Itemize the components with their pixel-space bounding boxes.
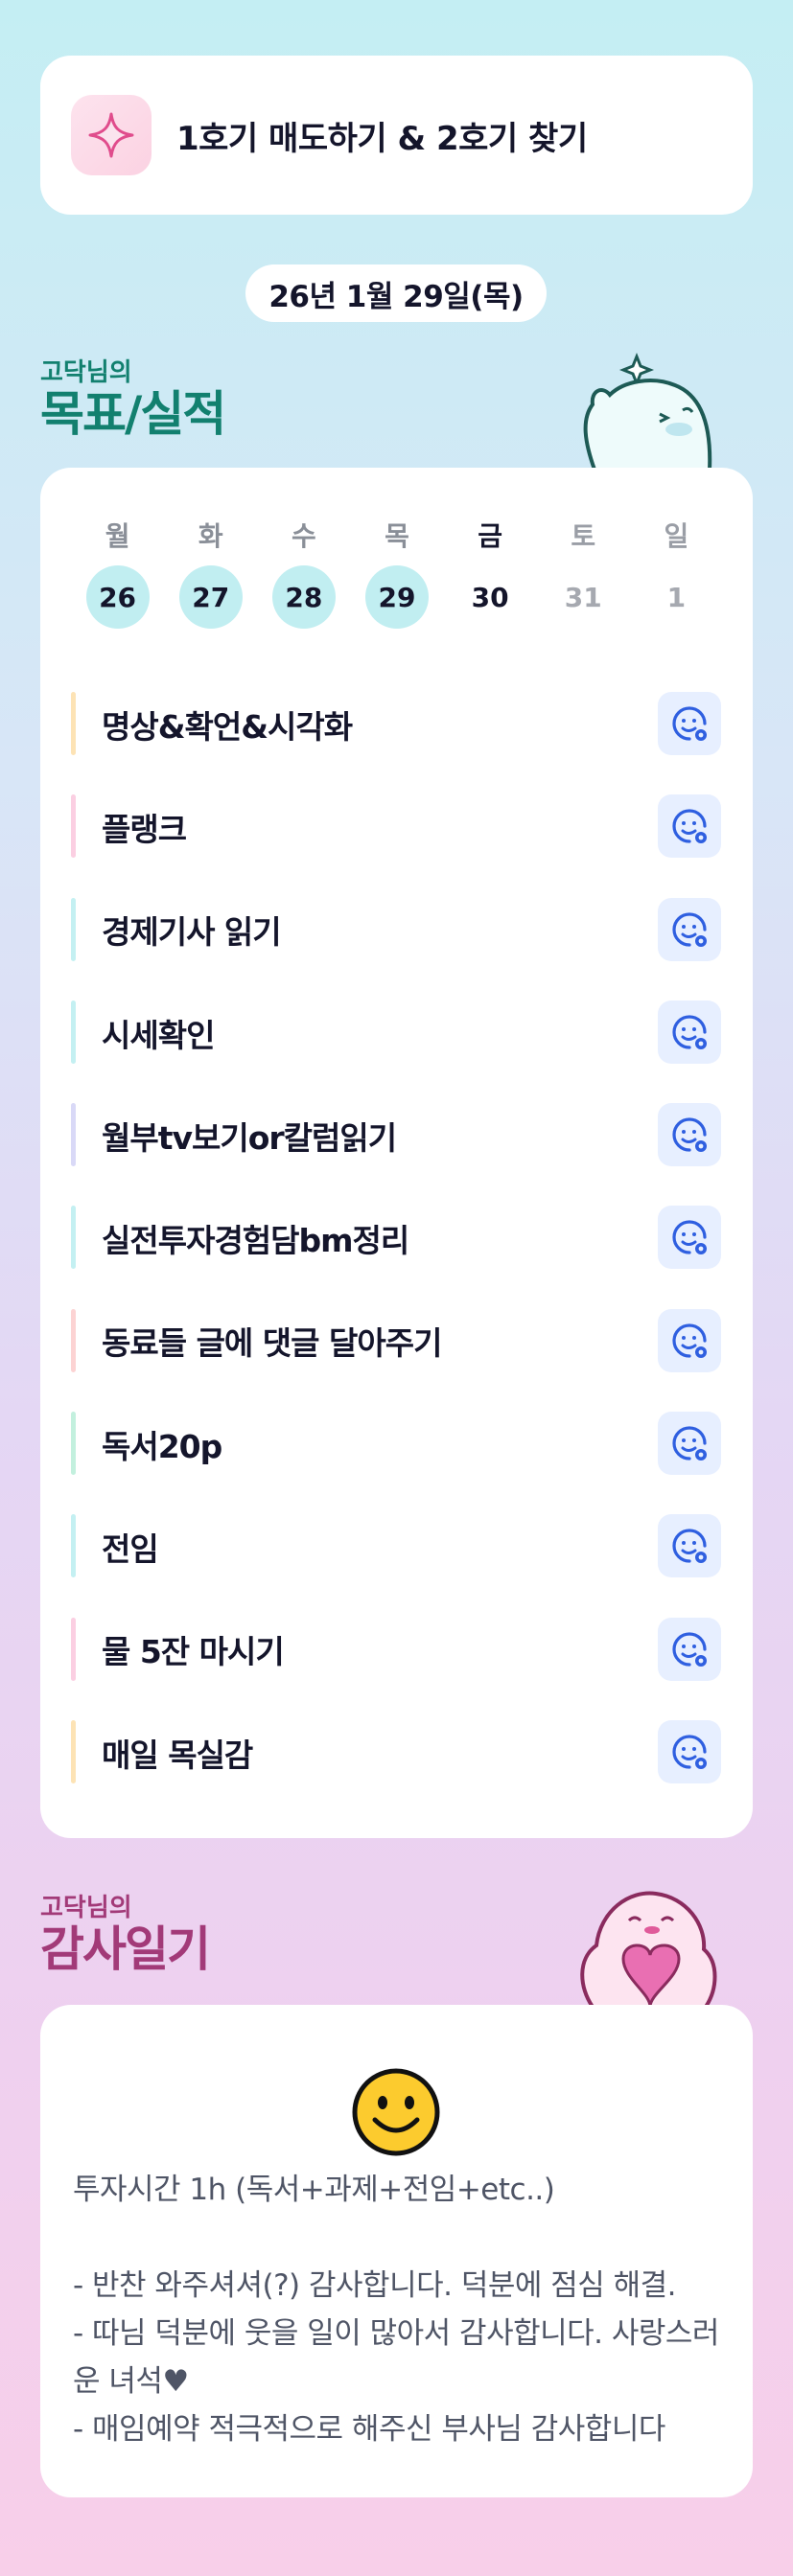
task-label: 플랭크 bbox=[102, 810, 187, 848]
task-row[interactable]: 경제기사 읽기 bbox=[71, 879, 723, 981]
task-label: 동료들 글에 댓글 달아주기 bbox=[102, 1324, 442, 1363]
calendar-day-thu[interactable]: 목 29 bbox=[350, 516, 443, 629]
smile-check-icon[interactable] bbox=[658, 1206, 721, 1270]
day-number: 28 bbox=[271, 565, 336, 629]
task-label: 매일 목실감 bbox=[102, 1736, 253, 1774]
smile-check-icon[interactable] bbox=[658, 794, 721, 859]
task-label: 명상&확언&시각화 bbox=[102, 707, 353, 746]
task-color-bar bbox=[71, 692, 76, 755]
task-row[interactable]: 플랭크 bbox=[71, 775, 723, 878]
weekday-label: 화 bbox=[198, 520, 223, 552]
task-color-bar bbox=[71, 1206, 76, 1270]
smile-check-icon[interactable] bbox=[658, 1308, 721, 1372]
date-label[interactable]: 26년 1월 29일(목) bbox=[245, 264, 547, 322]
smile-check-icon[interactable] bbox=[658, 692, 721, 755]
thanks-section-title: 고닥님의 감사일기 bbox=[40, 1894, 211, 1977]
day-number: 29 bbox=[364, 565, 429, 629]
day-number: 27 bbox=[178, 565, 243, 629]
smile-check-icon[interactable] bbox=[658, 1719, 721, 1783]
task-label: 경제기사 읽기 bbox=[102, 913, 282, 952]
smile-check-icon[interactable] bbox=[658, 1617, 721, 1681]
day-number: 31 bbox=[564, 581, 602, 613]
thanks-card[interactable]: 투자시간 1h (독서+과제+전임+etc..) - 반찬 와주셔셔(?) 감사… bbox=[40, 2005, 753, 2497]
task-label: 실전투자경험담bm정리 bbox=[102, 1222, 409, 1260]
calendar-day-tue[interactable]: 화 27 bbox=[164, 516, 257, 629]
weekday-label: 토 bbox=[571, 520, 596, 552]
sparkle-icon bbox=[71, 95, 152, 175]
task-label: 시세확인 bbox=[102, 1016, 215, 1054]
goal-card[interactable]: 1호기 매도하기 & 2호기 찾기 bbox=[40, 56, 753, 215]
day-number: 1 bbox=[666, 581, 687, 613]
task-label: 월부tv보기or칼럼읽기 bbox=[102, 1118, 397, 1157]
task-row[interactable]: 명상&확언&시각화 bbox=[71, 673, 723, 775]
goals-section-owner: 고닥님의 bbox=[40, 358, 132, 387]
day-number: 26 bbox=[85, 565, 150, 629]
task-color-bar bbox=[71, 1617, 76, 1681]
task-row[interactable]: 실전투자경험담bm정리 bbox=[71, 1186, 723, 1289]
calendar-day-mon[interactable]: 월 26 bbox=[71, 516, 164, 629]
calendar-day-fri[interactable]: 금 30 bbox=[444, 516, 537, 629]
task-row[interactable]: 매일 목실감 bbox=[71, 1701, 723, 1804]
task-list: 명상&확언&시각화플랭크경제기사 읽기시세확인월부tv보기or칼럼읽기실전투자경… bbox=[71, 673, 723, 1804]
smile-check-icon[interactable] bbox=[658, 1103, 721, 1167]
weekday-label: 수 bbox=[291, 520, 316, 552]
day-number: 30 bbox=[471, 581, 509, 613]
teal-mascot-illustration bbox=[583, 352, 712, 470]
calendar-day-sat[interactable]: 토 31 bbox=[537, 516, 630, 629]
calendar-day-wed[interactable]: 수 28 bbox=[257, 516, 350, 629]
smile-check-icon[interactable] bbox=[658, 1412, 721, 1476]
smile-check-icon[interactable] bbox=[658, 1000, 721, 1064]
goals-card: 월 26 화 27 수 28 목 29 금 30 토 31 일 1 명상&확언&… bbox=[40, 468, 753, 1838]
smile-check-icon[interactable] bbox=[658, 897, 721, 961]
task-color-bar bbox=[71, 1308, 76, 1372]
task-color-bar bbox=[71, 1514, 76, 1578]
task-color-bar bbox=[71, 1103, 76, 1167]
task-row[interactable]: 월부tv보기or칼럼읽기 bbox=[71, 1084, 723, 1186]
weekday-label: 금 bbox=[478, 520, 503, 552]
task-row[interactable]: 독서20p bbox=[71, 1392, 723, 1495]
task-label: 독서20p bbox=[102, 1427, 222, 1465]
weekday-label: 목 bbox=[385, 520, 409, 552]
task-color-bar bbox=[71, 1412, 76, 1476]
smiling-face-icon bbox=[352, 2068, 440, 2156]
goal-text: 1호기 매도하기 & 2호기 찾기 bbox=[176, 119, 588, 158]
task-color-bar bbox=[71, 897, 76, 961]
thanks-section-heading: 감사일기 bbox=[40, 1921, 211, 1977]
week-calendar: 월 26 화 27 수 28 목 29 금 30 토 31 일 1 bbox=[71, 516, 723, 629]
task-row[interactable]: 전임 bbox=[71, 1495, 723, 1598]
smile-check-icon[interactable] bbox=[658, 1514, 721, 1578]
calendar-day-sun[interactable]: 일 1 bbox=[630, 516, 723, 629]
task-row[interactable]: 시세확인 bbox=[71, 981, 723, 1084]
goals-section-title: 고닥님의 목표/실적 bbox=[40, 358, 226, 442]
pink-mascot-illustration bbox=[580, 1891, 717, 2007]
thanks-journal-text: 투자시간 1h (독서+과제+전임+etc..) - 반찬 와주셔셔(?) 감사… bbox=[73, 2173, 719, 2447]
task-label: 전임 bbox=[102, 1530, 159, 1569]
task-color-bar bbox=[71, 1000, 76, 1064]
task-color-bar bbox=[71, 794, 76, 859]
weekday-label: 월 bbox=[105, 520, 130, 552]
task-label: 물 5잔 마시기 bbox=[102, 1633, 285, 1671]
task-color-bar bbox=[71, 1719, 76, 1783]
weekday-label: 일 bbox=[664, 520, 689, 552]
thanks-section-owner: 고닥님의 bbox=[40, 1894, 132, 1922]
task-row[interactable]: 동료들 글에 댓글 달아주기 bbox=[71, 1290, 723, 1392]
goals-section-heading: 목표/실적 bbox=[40, 386, 226, 442]
task-row[interactable]: 물 5잔 마시기 bbox=[71, 1598, 723, 1701]
